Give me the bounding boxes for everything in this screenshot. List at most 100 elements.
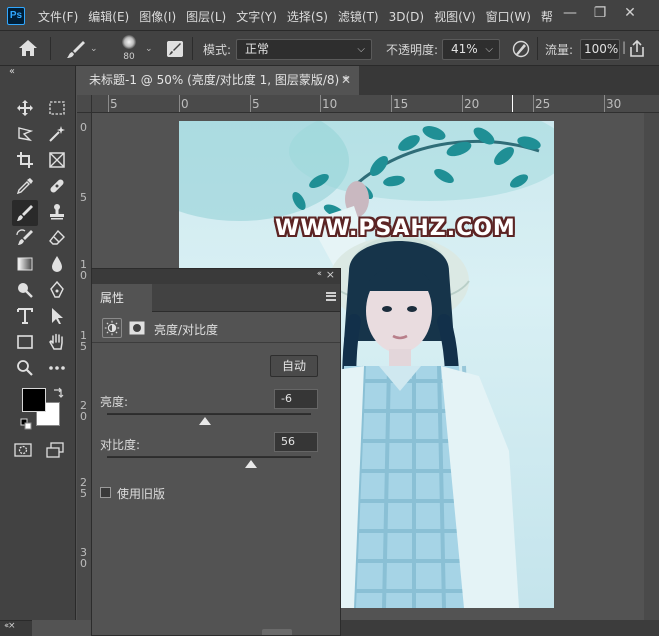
menu-window[interactable]: 窗口(W) <box>486 8 531 25</box>
stamp-tool[interactable] <box>46 201 68 223</box>
rectangle-tool[interactable] <box>14 331 36 353</box>
expand-panels-icon[interactable]: ‹‹ × <box>0 620 32 636</box>
brightness-slider-thumb[interactable] <box>198 417 211 425</box>
screen-mode-button[interactable] <box>44 439 66 461</box>
menu-type[interactable]: 文字(Y) <box>236 8 277 25</box>
properties-panel: ‹‹ × 属性 亮度/对比度 自动 亮度: -6 对比度: 56 使用旧版 <box>91 268 341 636</box>
brush-size-chevron-icon[interactable]: ⌄ <box>145 44 153 54</box>
swap-colors-icon[interactable] <box>52 387 64 399</box>
ruler-tick <box>533 95 534 112</box>
brightness-input[interactable]: -6 <box>274 389 318 409</box>
restore-button[interactable]: ❐ <box>590 3 610 23</box>
magic-wand-tool[interactable] <box>46 123 68 145</box>
crop-tool[interactable] <box>14 149 36 171</box>
pen-tool[interactable] <box>46 279 68 301</box>
flow-chevron-icon[interactable]: | <box>622 40 626 54</box>
magnifier-icon <box>17 360 33 376</box>
tools-panel: ‹‹ <box>0 66 76 620</box>
options-bar: ⌄ 80 ⌄ 模式: 正常 ⌵ 不透明度: 41% ⌵ 流量: 100% | <box>0 31 659 66</box>
share-icon[interactable] <box>628 40 646 58</box>
ruler-tick <box>391 95 392 112</box>
tab-properties[interactable]: 属性 <box>92 284 152 312</box>
contrast-slider-track[interactable] <box>107 456 311 458</box>
opacity-input[interactable]: 41% ⌵ <box>442 39 500 60</box>
ruler-label: 20 <box>464 97 480 111</box>
brush-settings-panel-icon[interactable] <box>167 41 183 57</box>
ruler-horizontal[interactable]: 5 0 5 10 15 20 25 30 <box>92 95 659 113</box>
ruler-tick <box>320 95 321 112</box>
hand-icon <box>49 333 63 350</box>
brightness-contrast-icon[interactable] <box>102 318 122 338</box>
pressure-opacity-icon[interactable] <box>512 40 530 58</box>
quick-mask-button[interactable] <box>12 439 34 461</box>
close-tab-icon[interactable]: ✕ <box>341 66 351 95</box>
dodge-tool[interactable] <box>14 279 36 301</box>
menu-image[interactable]: 图像(I) <box>139 8 176 25</box>
ruler-label: 10 <box>322 97 338 111</box>
ruler-label: 5 <box>252 97 260 111</box>
gradient-icon <box>17 257 33 271</box>
gradient-tool[interactable] <box>14 253 36 275</box>
menu-filter[interactable]: 滤镜(T) <box>338 8 379 25</box>
contrast-slider-thumb[interactable] <box>245 460 258 468</box>
menu-3d[interactable]: 3D(D) <box>389 10 424 24</box>
home-icon[interactable] <box>18 39 38 57</box>
adjustment-header: 亮度/对比度 <box>92 313 340 343</box>
bandage-icon <box>50 179 64 193</box>
brush-tool[interactable] <box>12 200 38 226</box>
document-tab-bar: 未标题-1 @ 50% (亮度/对比度 1, 图层蒙版/8) * ✕ <box>77 66 659 95</box>
vertical-scrollbar[interactable] <box>644 113 659 620</box>
healing-brush-tool[interactable] <box>46 175 68 197</box>
drop-icon <box>52 256 62 272</box>
collapse-toolbar-icon[interactable]: ‹‹ <box>9 66 15 77</box>
close-button[interactable]: ✕ <box>620 3 640 23</box>
default-colors-icon[interactable] <box>20 418 32 430</box>
ruler-origin[interactable] <box>77 95 92 113</box>
menu-view[interactable]: 视图(V) <box>434 8 476 25</box>
marquee-tool[interactable] <box>46 97 68 119</box>
more-tools-button[interactable] <box>46 357 68 379</box>
flow-input[interactable]: 100% <box>580 39 620 60</box>
use-legacy-checkbox[interactable] <box>100 487 111 498</box>
menu-edit[interactable]: 编辑(E) <box>88 8 129 25</box>
brightness-slider-track[interactable] <box>107 413 311 415</box>
move-tool[interactable] <box>14 97 36 119</box>
brush-icon[interactable] <box>66 39 86 59</box>
eyedropper-tool[interactable] <box>14 175 36 197</box>
brush-tip-icon <box>122 35 136 49</box>
history-brush-tool[interactable] <box>14 227 36 249</box>
blur-tool[interactable] <box>46 253 68 275</box>
ruler-vertical[interactable]: 0 5 1 0 1 5 2 0 2 5 3 0 <box>77 113 92 620</box>
collapse-panel-icon[interactable]: ‹‹ <box>317 269 322 279</box>
panel-resize-handle[interactable] <box>262 629 292 635</box>
ruler-label: 3 0 <box>80 546 87 570</box>
menu-select[interactable]: 选择(S) <box>287 8 328 25</box>
contrast-input[interactable]: 56 <box>274 432 318 452</box>
ruler-label: 1 0 <box>80 258 87 282</box>
auto-button[interactable]: 自动 <box>270 355 318 377</box>
hand-tool[interactable] <box>46 331 68 353</box>
panel-menu-icon[interactable] <box>326 292 336 301</box>
menu-file[interactable]: 文件(F) <box>38 8 78 25</box>
document-tab-title: 未标题-1 @ 50% (亮度/对比度 1, 图层蒙版/8) * <box>89 73 350 87</box>
lasso-tool[interactable] <box>14 123 36 145</box>
close-panel-icon[interactable]: × <box>326 268 335 281</box>
brush-size-preview[interactable]: 80 <box>118 35 140 63</box>
document-tab[interactable]: 未标题-1 @ 50% (亮度/对比度 1, 图层蒙版/8) * ✕ <box>77 66 359 95</box>
photoshop-logo-icon: Ps <box>7 7 25 25</box>
eraser-tool[interactable] <box>46 227 68 249</box>
menu-layer[interactable]: 图层(L) <box>186 8 226 25</box>
brush-preset-chevron-icon[interactable]: ⌄ <box>90 44 98 54</box>
mode-select[interactable]: 正常 ⌵ <box>236 39 372 60</box>
minimize-button[interactable]: — <box>560 3 580 23</box>
path-selection-tool[interactable] <box>46 305 68 327</box>
layer-mask-icon[interactable] <box>129 321 145 335</box>
panel-header[interactable]: ‹‹ × <box>92 268 340 284</box>
frame-tool[interactable] <box>46 149 68 171</box>
menu-help[interactable]: 帮 <box>541 8 553 25</box>
type-tool[interactable] <box>14 305 36 327</box>
zoom-tool[interactable] <box>14 357 36 379</box>
separator <box>192 37 193 60</box>
foreground-color-swatch[interactable] <box>22 388 46 412</box>
screen-mode-icon <box>46 442 64 458</box>
